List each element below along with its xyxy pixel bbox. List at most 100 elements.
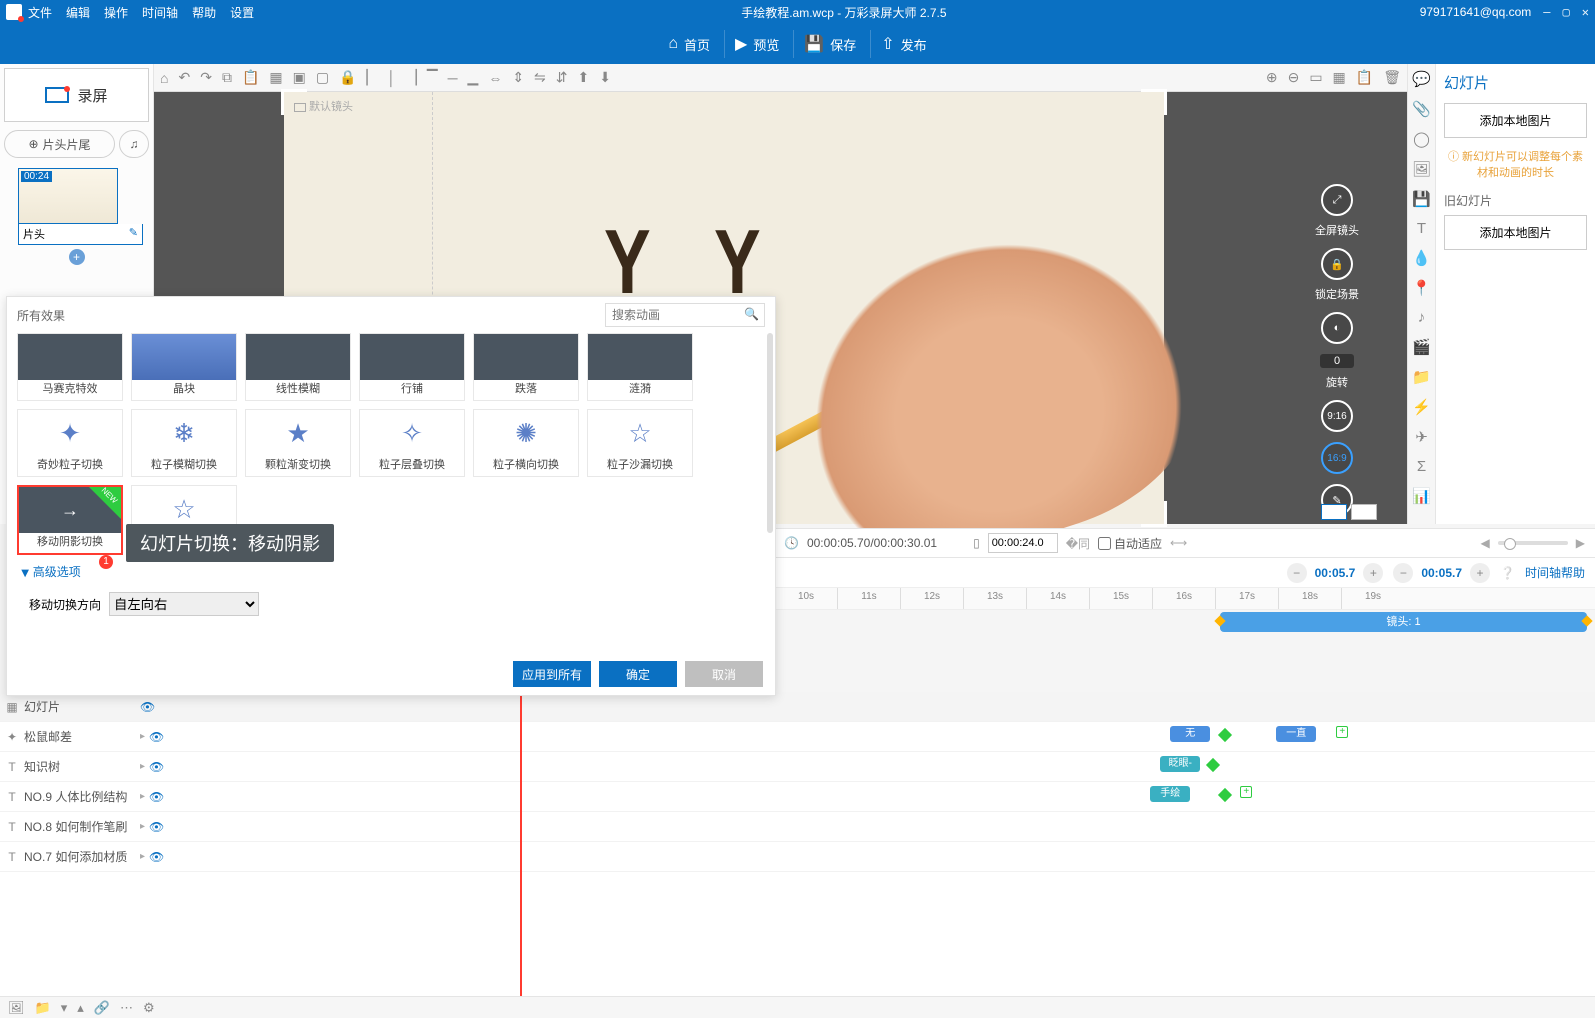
track-row[interactable]: T 知识树▸ 👁 眨眼- — [0, 752, 1595, 782]
tool-grid-icon[interactable]: ▦ — [1333, 69, 1346, 86]
account[interactable]: 979171641@qq.com — [1420, 5, 1532, 19]
slide-thumb[interactable]: 00:24 片头✎ — [18, 168, 143, 245]
fx-particle-3[interactable]: ★颗粒渐变切换 — [245, 409, 351, 477]
plane-icon[interactable]: ✈ — [1415, 428, 1428, 446]
fx-particle-1[interactable]: ✦奇妙粒子切换 — [17, 409, 123, 477]
fullscreen-camera-button[interactable]: ⤢ — [1321, 184, 1353, 216]
add-keyframe[interactable]: + — [1240, 786, 1252, 798]
tool-zoom-out-icon[interactable]: ⊖ — [1288, 69, 1300, 86]
search-icon[interactable]: 🔍 — [744, 307, 759, 321]
shape-icon[interactable]: ◯ — [1413, 130, 1430, 148]
tool-back-icon[interactable]: ⬇ — [599, 69, 611, 86]
attach-icon[interactable]: 📎 — [1412, 100, 1431, 118]
tool-copy-icon[interactable]: ⧉ — [222, 69, 232, 86]
keyframe[interactable] — [1206, 758, 1220, 772]
clip-hand[interactable]: 手绘 — [1150, 786, 1190, 802]
home-button[interactable]: ⌂首页 — [658, 31, 720, 58]
bb-image-icon[interactable]: 🖼 — [8, 1000, 25, 1016]
tool-flip-v-icon[interactable]: ⇵ — [556, 69, 568, 86]
save-button[interactable]: 💾保存 — [793, 30, 866, 58]
bb-gear-icon[interactable]: ⚙ — [143, 1000, 155, 1016]
tool-align-l-icon[interactable]: ▏ — [367, 69, 378, 86]
chart-icon[interactable]: 📊 — [1412, 487, 1431, 505]
tool-home-icon[interactable]: ⌂ — [160, 70, 168, 86]
apply-all-button[interactable]: 应用到所有 — [513, 661, 591, 687]
menu-timeline[interactable]: 时间轴 — [142, 4, 178, 21]
ratio-9-16-button[interactable]: 9:16 — [1321, 400, 1353, 432]
mini-thumb[interactable] — [1351, 504, 1377, 520]
folder-icon[interactable]: 📁 — [1412, 368, 1431, 386]
bb-link-icon[interactable]: 🔗 — [94, 1000, 110, 1016]
record-button[interactable]: 录屏 — [4, 68, 149, 122]
add-local-image-button-2[interactable]: 添加本地图片 — [1444, 215, 1587, 250]
stepper-icon[interactable]: �同 — [1066, 535, 1090, 552]
fx-move-shadow[interactable]: →移动阴影切换 — [17, 485, 123, 555]
tool-flip-h-icon[interactable]: ⇋ — [534, 69, 546, 86]
clip-none[interactable]: 无 — [1170, 726, 1210, 742]
visibility-icon[interactable]: 👁 — [140, 700, 155, 714]
visibility-icon[interactable]: 👁 — [149, 790, 164, 804]
fx-ripple[interactable]: 涟漪 — [587, 333, 693, 401]
preview-button[interactable]: ▶预览 — [724, 30, 789, 58]
track-row[interactable]: T NO.9 人体比例结构▸ 👁 手绘 + — [0, 782, 1595, 812]
minus-button[interactable]: − — [1393, 563, 1413, 583]
tool-layers-icon[interactable]: ▦ — [269, 69, 282, 86]
tool-dist-v-icon[interactable]: ⇕ — [512, 69, 524, 86]
tool-redo-icon[interactable]: ↷ — [200, 69, 212, 86]
fx-crystal[interactable]: 晶块 — [131, 333, 237, 401]
tool-align-c-icon[interactable]: │ — [387, 70, 396, 86]
tool-group-icon[interactable]: ▣ — [293, 69, 306, 86]
visibility-icon[interactable]: 👁 — [149, 820, 164, 834]
edit-icon[interactable]: ✎ — [129, 226, 138, 242]
keyframe[interactable] — [1218, 728, 1232, 742]
fx-scrollbar[interactable] — [767, 333, 773, 533]
plus-button[interactable]: + — [1470, 563, 1490, 583]
tool-align-m-icon[interactable]: ─ — [448, 70, 458, 86]
text-icon[interactable]: T — [1417, 220, 1426, 237]
video-icon[interactable]: 🎬 — [1412, 338, 1431, 356]
image-icon[interactable]: 🖼 — [1412, 160, 1431, 178]
track-row[interactable]: ✦ 松鼠邮差▸ 👁 无 一直 + — [0, 722, 1595, 752]
fx-mosaic[interactable]: 马赛克特效 — [17, 333, 123, 401]
track-row[interactable]: T NO.8 如何制作笔刷▸ 👁 — [0, 812, 1595, 842]
music-button[interactable]: ♫ — [119, 130, 149, 158]
tool-front-icon[interactable]: ⬆ — [578, 69, 590, 86]
close-button[interactable]: ✕ — [1582, 5, 1589, 19]
keyframe[interactable] — [1218, 788, 1232, 802]
clip-always[interactable]: 一直 — [1276, 726, 1316, 742]
minimize-button[interactable]: — — [1543, 5, 1550, 19]
timeline-help-link[interactable]: 时间轴帮助 — [1525, 564, 1585, 581]
tool-dist-h-icon[interactable]: ⇔ — [488, 70, 502, 86]
visibility-icon[interactable]: 👁 — [149, 730, 164, 744]
menu-file[interactable]: 文件 — [28, 4, 52, 21]
zoom-slider[interactable] — [1498, 541, 1568, 545]
save2-icon[interactable]: 💾 — [1412, 190, 1431, 208]
timeline-ruler[interactable]: 10s11s 12s13s 14s15s 16s17s 18s19s — [774, 588, 1595, 610]
tool-undo-icon[interactable]: ↶ — [178, 69, 190, 86]
visibility-icon[interactable]: 👁 — [149, 760, 164, 774]
menu-help[interactable]: 帮助 — [192, 4, 216, 21]
publish-button[interactable]: ⇧发布 — [870, 30, 936, 58]
autofit-checkbox[interactable] — [1098, 537, 1111, 550]
ratio-16-9-button[interactable]: 16:9 — [1321, 442, 1353, 474]
fx-advanced-toggle[interactable]: ▶高级选项 1 — [7, 555, 775, 588]
maximize-button[interactable]: ▢ — [1563, 5, 1570, 19]
bb-up-icon[interactable]: ▴ — [77, 1000, 84, 1016]
drop-icon[interactable]: 💧 — [1412, 249, 1431, 267]
chat-icon[interactable]: 💬 — [1412, 70, 1431, 88]
tool-paste-icon[interactable]: 📋 — [242, 69, 259, 86]
fx-particle-6[interactable]: ☆粒子沙漏切换 — [587, 409, 693, 477]
ok-button[interactable]: 确定 — [599, 661, 677, 687]
fx-drop[interactable]: 跌落 — [473, 333, 579, 401]
flash-icon[interactable]: ⚡ — [1412, 398, 1431, 416]
fx-direction-select[interactable]: 自左向右 — [109, 592, 259, 616]
plus-button[interactable]: + — [1363, 563, 1383, 583]
fit-width-icon[interactable]: ⟷ — [1170, 536, 1187, 550]
camera-time-input[interactable] — [988, 533, 1058, 553]
fx-particle-4[interactable]: ✧粒子层叠切换 — [359, 409, 465, 477]
tool-fit-icon[interactable]: ▭ — [1309, 69, 1322, 86]
tool-delete-icon[interactable]: 🗑 — [1383, 69, 1401, 86]
math-icon[interactable]: Σ — [1417, 458, 1426, 475]
add-local-image-button[interactable]: 添加本地图片 — [1444, 103, 1587, 138]
playhead[interactable] — [520, 688, 522, 996]
